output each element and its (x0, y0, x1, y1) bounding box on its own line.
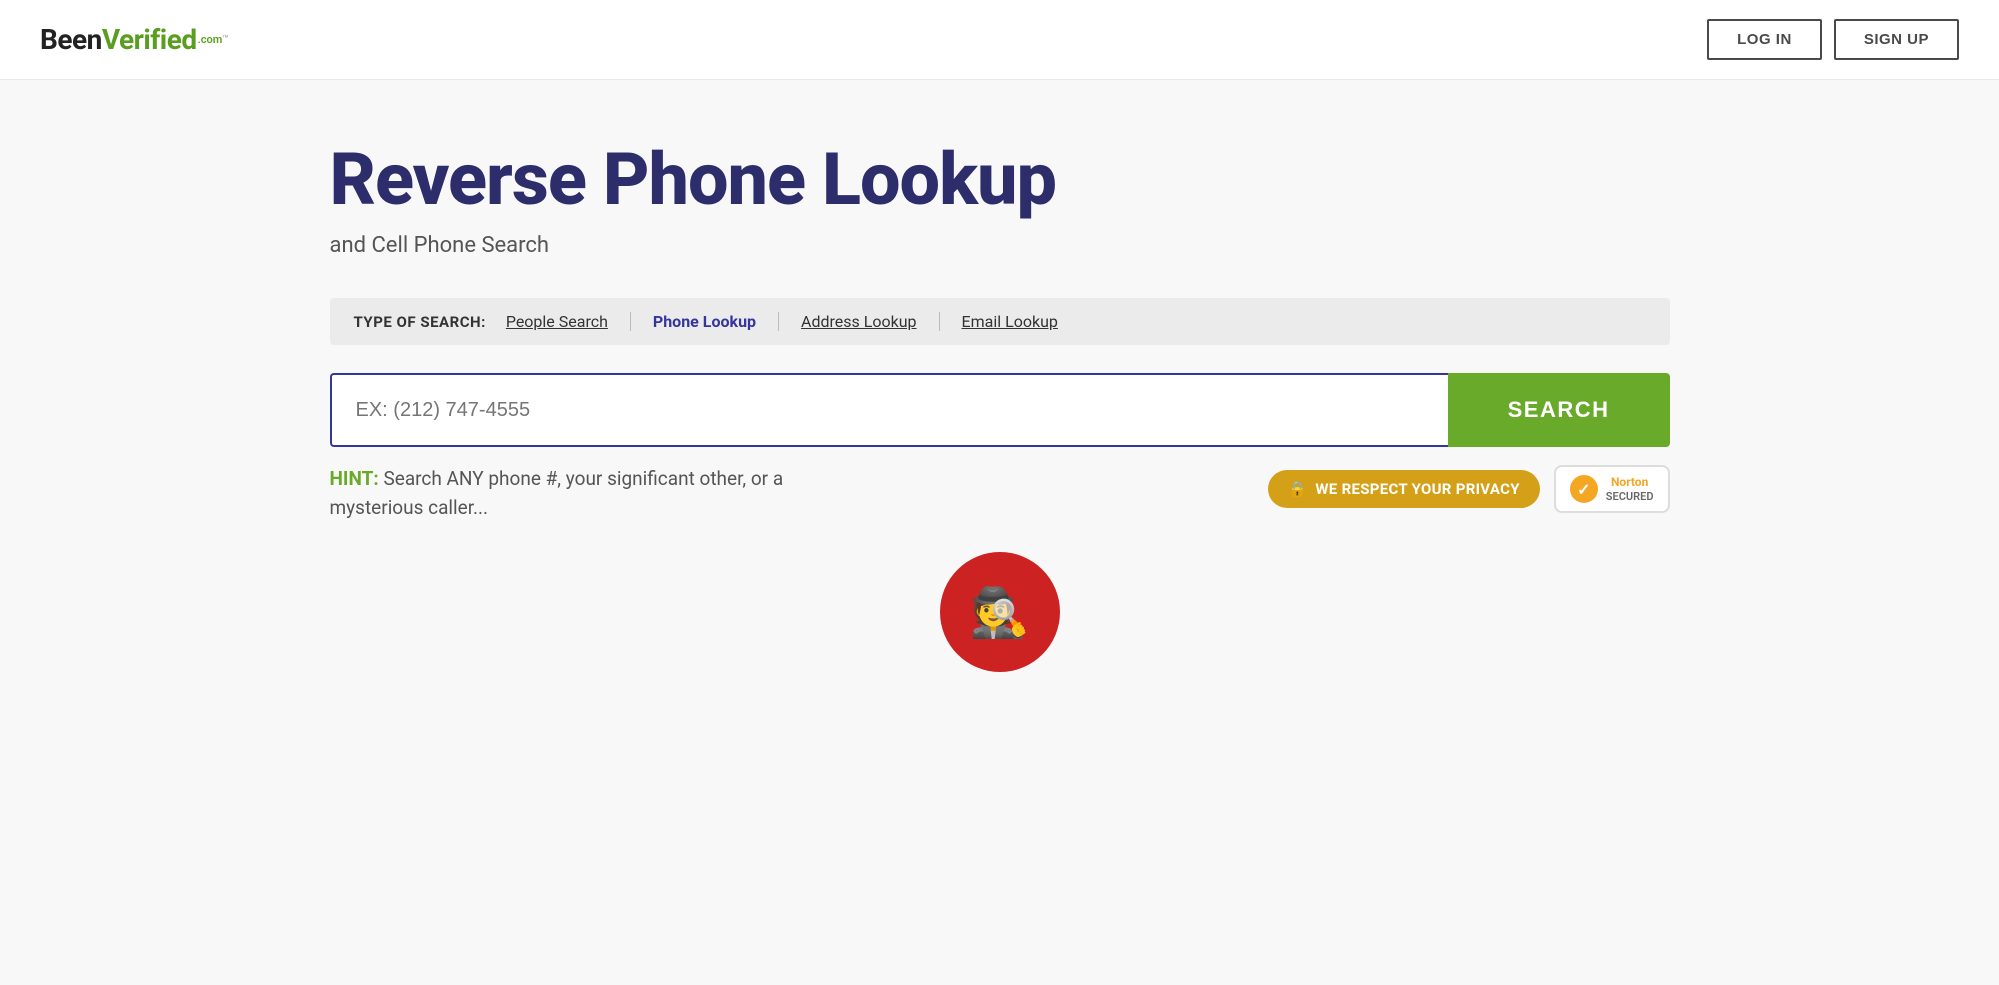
bottom-row: HINT: Search ANY phone #, your significa… (330, 465, 1670, 522)
hint-text: HINT: Search ANY phone #, your significa… (330, 465, 880, 522)
search-type-address[interactable]: Address Lookup (779, 312, 940, 331)
logo[interactable]: BeenVerified.com™ (40, 23, 229, 56)
search-type-options: People Search Phone Lookup Address Looku… (506, 312, 1080, 331)
search-row: SEARCH (330, 373, 1670, 447)
norton-check-icon: ✓ (1570, 475, 1598, 503)
search-type-people[interactable]: People Search (506, 312, 631, 331)
norton-bottom: SECURED (1606, 490, 1654, 503)
norton-badge: ✓ Norton SECURED (1554, 465, 1670, 513)
page-title: Reverse Phone Lookup (330, 140, 1670, 219)
main-content: Reverse Phone Lookup and Cell Phone Sear… (250, 80, 1750, 712)
logo-dot-com: .com (198, 33, 223, 46)
logo-verified: Verified (102, 23, 197, 56)
search-type-email[interactable]: Email Lookup (940, 312, 1080, 331)
page-subtitle: and Cell Phone Search (330, 233, 1670, 258)
lock-icon: 🔒 (1288, 480, 1307, 498)
hint-label: HINT: (330, 467, 379, 490)
norton-top: Norton (1611, 475, 1648, 489)
logo-been: Been (40, 23, 102, 56)
login-button[interactable]: LOG IN (1707, 19, 1822, 60)
search-type-bar: TYPE OF SEARCH: People Search Phone Look… (330, 298, 1670, 345)
illustration-area: 🕵️ (330, 552, 1670, 672)
site-header: BeenVerified.com™ LOG IN SIGN UP (0, 0, 1999, 80)
signup-button[interactable]: SIGN UP (1834, 19, 1959, 60)
spy-illustration: 🕵️ (940, 552, 1060, 672)
search-type-phone[interactable]: Phone Lookup (631, 312, 779, 331)
privacy-badge: 🔒 WE RESPECT YOUR PRIVACY (1268, 470, 1539, 508)
hint-body: Search ANY phone #, your significant oth… (330, 467, 784, 519)
privacy-text: WE RESPECT YOUR PRIVACY (1315, 480, 1519, 498)
norton-text: Norton SECURED (1606, 475, 1654, 503)
logo-tm: ™ (222, 34, 228, 45)
search-type-label: TYPE OF SEARCH: (354, 313, 486, 331)
phone-search-input[interactable] (330, 373, 1448, 447)
search-button[interactable]: SEARCH (1448, 373, 1670, 447)
header-buttons: LOG IN SIGN UP (1707, 19, 1959, 60)
trust-badges: 🔒 WE RESPECT YOUR PRIVACY ✓ Norton SECUR… (1268, 465, 1669, 513)
spy-hat-icon: 🕵️ (970, 584, 1030, 641)
